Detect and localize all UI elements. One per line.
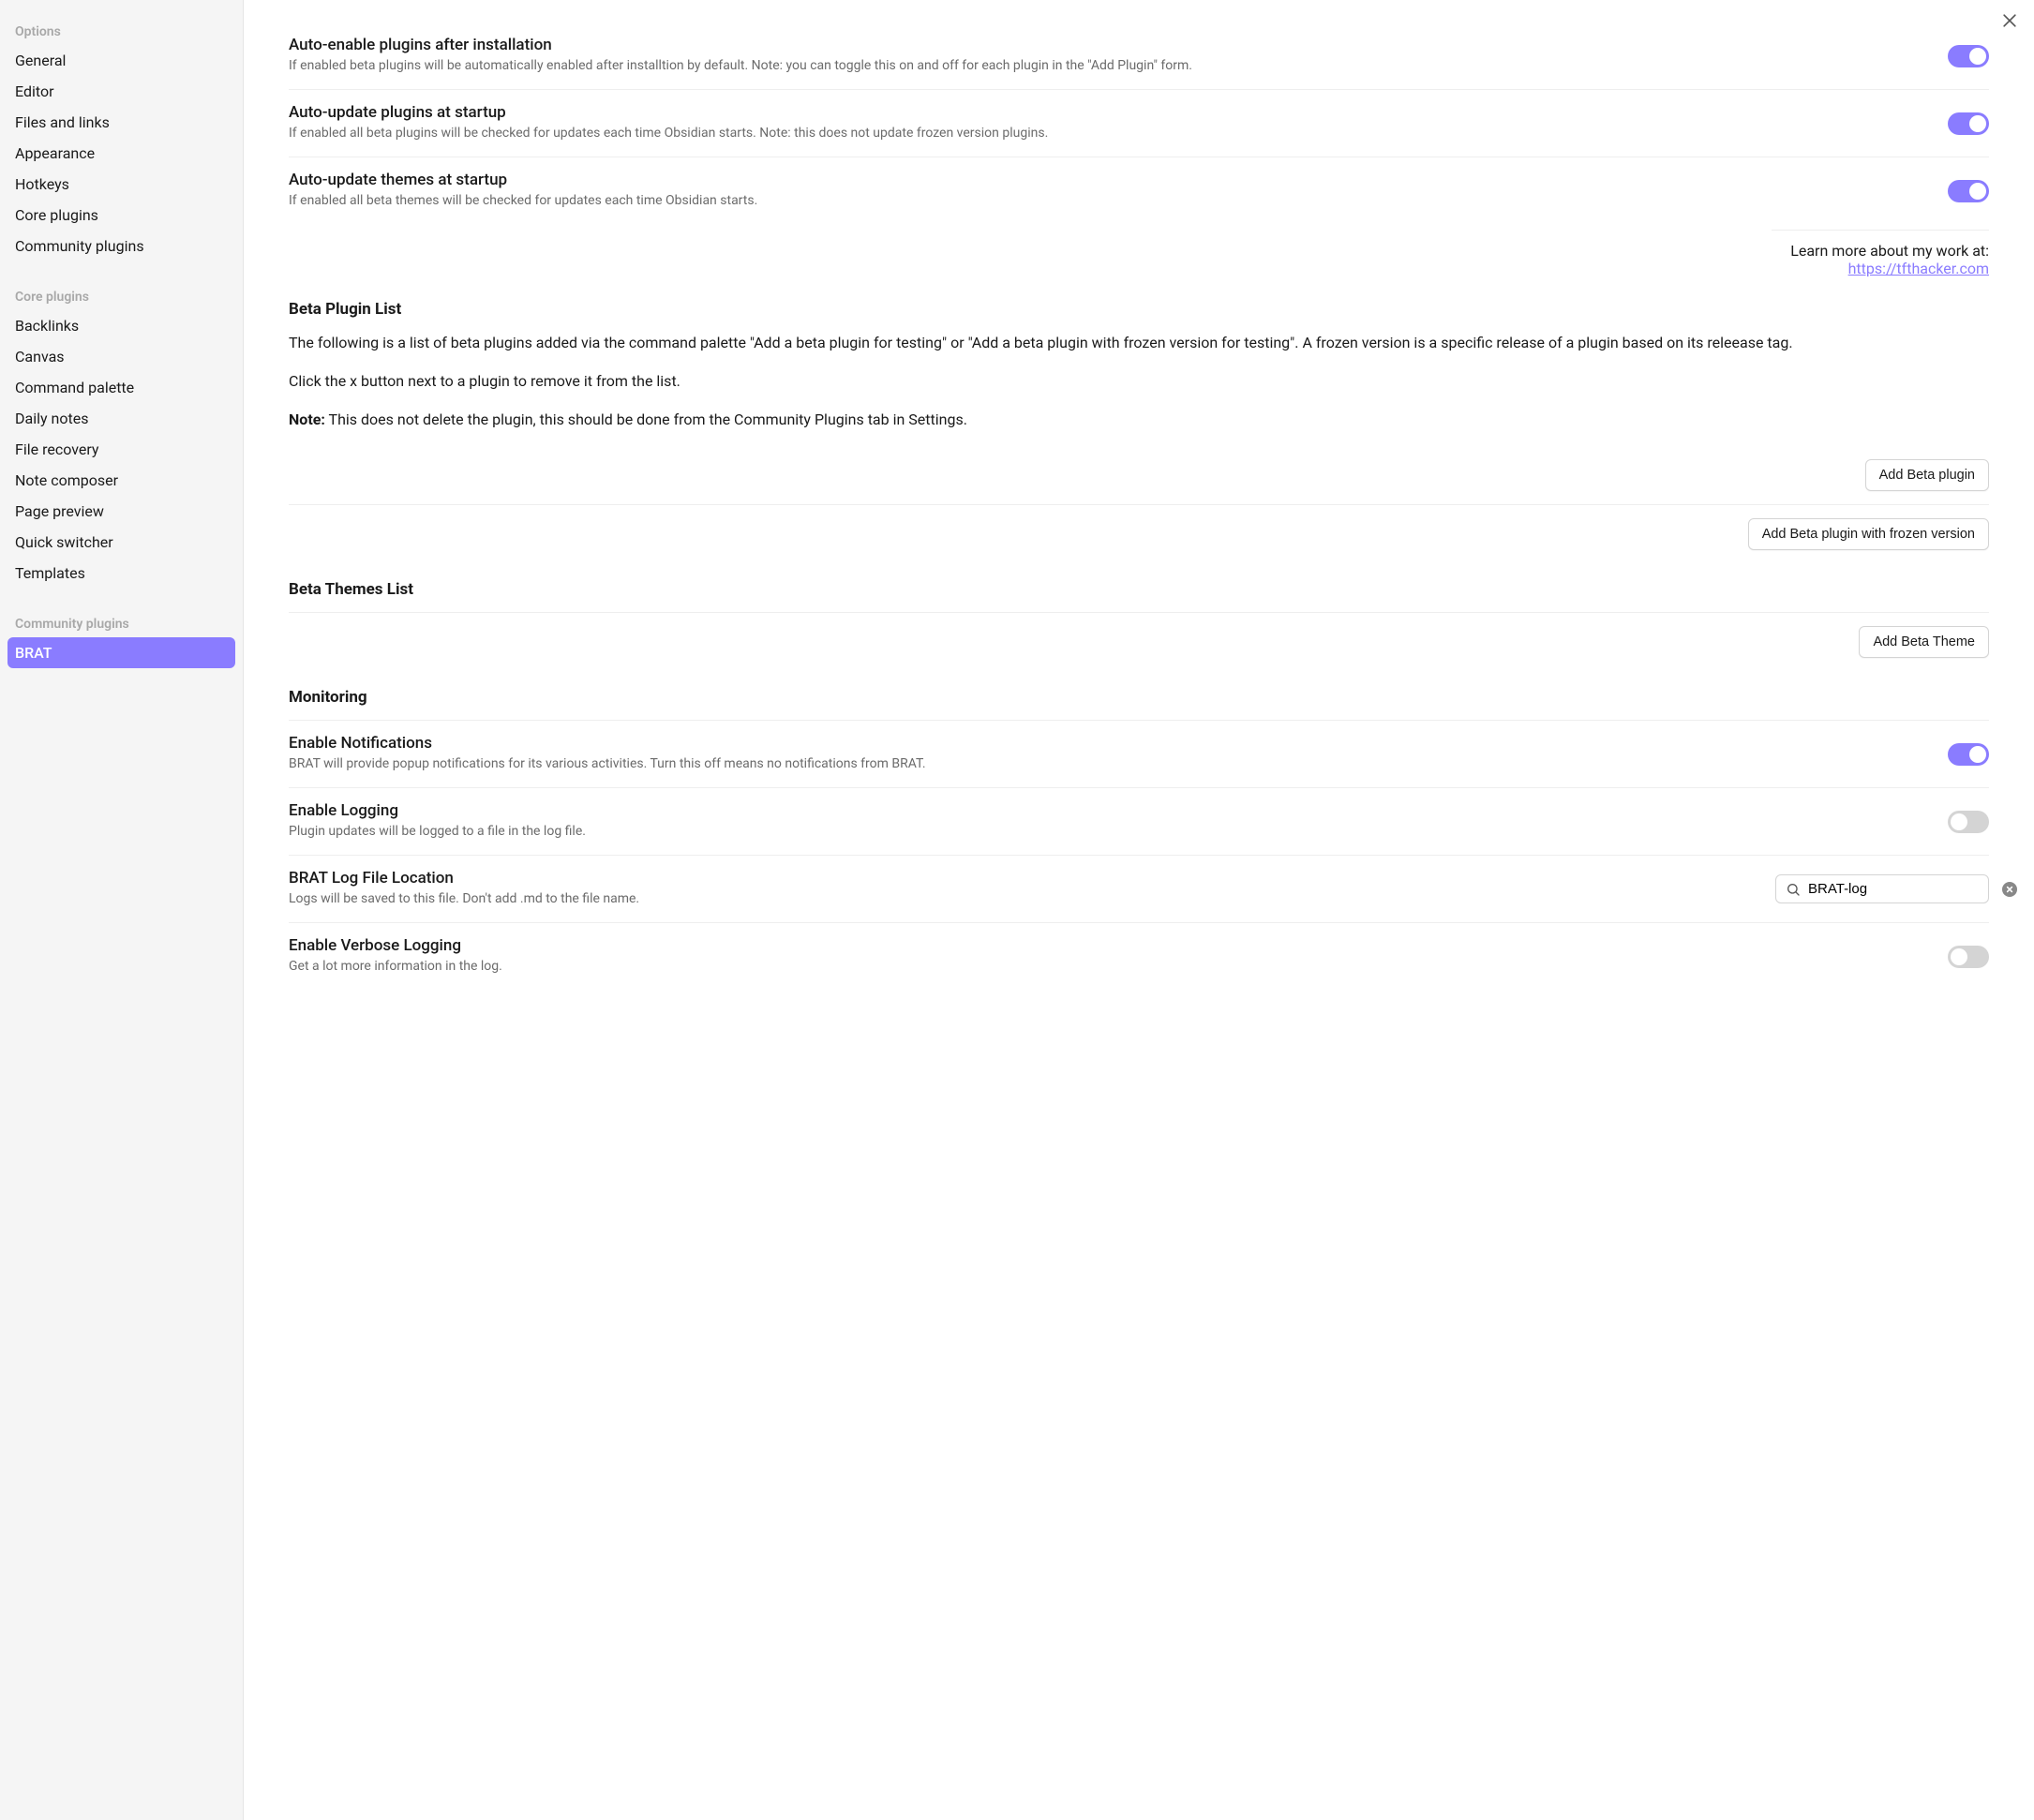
- sidebar-item-canvas[interactable]: Canvas: [7, 341, 235, 372]
- setting-auto-update-themes: Auto-update themes at startup If enabled…: [289, 157, 1989, 224]
- toggle-logging[interactable]: [1948, 811, 1989, 833]
- sidebar-item-backlinks[interactable]: Backlinks: [7, 310, 235, 341]
- setting-auto-enable: Auto-enable plugins after installation I…: [289, 22, 1989, 90]
- toggle-verbose[interactable]: [1948, 946, 1989, 968]
- note-text: This does not delete the plugin, this sh…: [325, 410, 967, 428]
- setting-title: BRAT Log File Location: [289, 869, 1757, 888]
- beta-plugin-note: Note: This does not delete the plugin, t…: [289, 409, 1989, 432]
- toggle-auto-enable[interactable]: [1948, 45, 1989, 67]
- add-beta-plugin-frozen-row: Add Beta plugin with frozen version: [289, 505, 1989, 563]
- sidebar-item-community-plugins[interactable]: Community plugins: [7, 231, 235, 261]
- note-label: Note:: [289, 410, 325, 428]
- sidebar-item-templates[interactable]: Templates: [7, 558, 235, 589]
- learn-more-link[interactable]: https://tfthacker.com: [1848, 260, 1989, 277]
- setting-notifications: Enable Notifications BRAT will provide p…: [289, 721, 1989, 788]
- sidebar-item-general[interactable]: General: [7, 45, 235, 76]
- search-icon: [1786, 882, 1801, 897]
- toggle-auto-update-plugins[interactable]: [1948, 112, 1989, 135]
- settings-sidebar: Options General Editor Files and links A…: [0, 0, 244, 1820]
- setting-log-location: BRAT Log File Location Logs will be save…: [289, 856, 1989, 923]
- sidebar-item-quick-switcher[interactable]: Quick switcher: [7, 527, 235, 558]
- settings-main: Auto-enable plugins after installation I…: [244, 0, 2034, 1820]
- setting-auto-update-plugins: Auto-update plugins at startup If enable…: [289, 90, 1989, 157]
- toggle-notifications[interactable]: [1948, 743, 1989, 766]
- beta-plugin-para-1: The following is a list of beta plugins …: [289, 332, 1989, 355]
- sidebar-section-coreplugins: Core plugins Backlinks Canvas Command pa…: [7, 282, 235, 589]
- sidebar-item-appearance[interactable]: Appearance: [7, 138, 235, 169]
- sidebar-item-file-recovery[interactable]: File recovery: [7, 434, 235, 465]
- clear-icon[interactable]: [2002, 882, 2017, 897]
- add-beta-theme-row: Add Beta Theme: [289, 613, 1989, 671]
- sidebar-item-daily-notes[interactable]: Daily notes: [7, 403, 235, 434]
- add-beta-plugin-button[interactable]: Add Beta plugin: [1865, 459, 1989, 491]
- setting-desc: If enabled all beta themes will be check…: [289, 191, 1929, 211]
- sidebar-item-note-composer[interactable]: Note composer: [7, 465, 235, 496]
- setting-desc: Logs will be saved to this file. Don't a…: [289, 889, 1757, 909]
- sidebar-item-brat[interactable]: BRAT: [7, 637, 235, 668]
- setting-desc: BRAT will provide popup notifications fo…: [289, 754, 1929, 774]
- setting-desc: Plugin updates will be logged to a file …: [289, 822, 1929, 842]
- beta-plugin-para-2: Click the x button next to a plugin to r…: [289, 370, 1989, 394]
- close-icon[interactable]: [2000, 11, 2019, 30]
- sidebar-section-communityplugins: Community plugins BRAT: [7, 609, 235, 668]
- sidebar-item-files-and-links[interactable]: Files and links: [7, 107, 235, 138]
- setting-title: Enable Notifications: [289, 734, 1929, 753]
- setting-logging: Enable Logging Plugin updates will be lo…: [289, 788, 1989, 856]
- sidebar-section-options: Options General Editor Files and links A…: [7, 17, 235, 261]
- add-beta-plugin-frozen-button[interactable]: Add Beta plugin with frozen version: [1748, 518, 1989, 550]
- log-location-input-wrap: [1775, 874, 1989, 903]
- heading-beta-themes: Beta Themes List: [289, 580, 1989, 599]
- sidebar-header-coreplugins: Core plugins: [7, 282, 235, 310]
- sidebar-item-editor[interactable]: Editor: [7, 76, 235, 107]
- setting-title: Auto-enable plugins after installation: [289, 36, 1929, 54]
- setting-title: Auto-update themes at startup: [289, 171, 1929, 189]
- heading-beta-plugin-list: Beta Plugin List: [289, 300, 1989, 319]
- add-beta-theme-button[interactable]: Add Beta Theme: [1859, 626, 1989, 658]
- sidebar-item-core-plugins[interactable]: Core plugins: [7, 200, 235, 231]
- sidebar-item-command-palette[interactable]: Command palette: [7, 372, 235, 403]
- add-beta-plugin-row: Add Beta plugin: [289, 446, 1989, 505]
- setting-title: Enable Verbose Logging: [289, 936, 1929, 955]
- setting-title: Auto-update plugins at startup: [289, 103, 1929, 122]
- setting-desc: If enabled beta plugins will be automati…: [289, 56, 1929, 76]
- sidebar-item-hotkeys[interactable]: Hotkeys: [7, 169, 235, 200]
- learn-more: Learn more about my work at: https://tft…: [1772, 230, 1989, 283]
- setting-verbose: Enable Verbose Logging Get a lot more in…: [289, 923, 1989, 990]
- sidebar-item-page-preview[interactable]: Page preview: [7, 496, 235, 527]
- heading-monitoring: Monitoring: [289, 688, 1989, 707]
- sidebar-header-communityplugins: Community plugins: [7, 609, 235, 637]
- setting-title: Enable Logging: [289, 801, 1929, 820]
- log-location-input[interactable]: [1808, 881, 1995, 897]
- sidebar-header-options: Options: [7, 17, 235, 45]
- toggle-auto-update-themes[interactable]: [1948, 180, 1989, 202]
- setting-desc: Get a lot more information in the log.: [289, 957, 1929, 977]
- setting-desc: If enabled all beta plugins will be chec…: [289, 124, 1929, 143]
- learn-more-text: Learn more about my work at:: [1790, 242, 1989, 260]
